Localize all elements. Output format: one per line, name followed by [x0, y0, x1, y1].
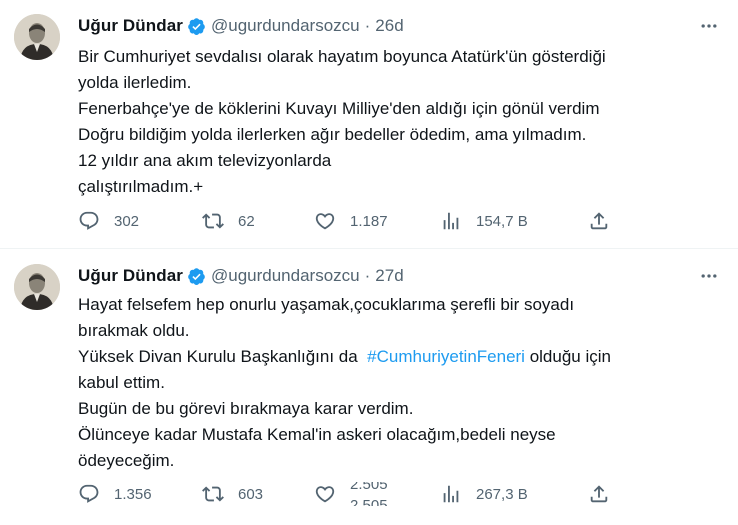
like-count: 2.505 [350, 497, 388, 506]
tweet[interactable]: Uğur Dündar @ugurdundarsozcu · 26d Bir C… [0, 0, 738, 249]
tweet-text-segment: Yüksek Divan Kurulu Başkanlığını da [78, 347, 358, 366]
author-handle[interactable]: @ugurdundarsozcu [211, 266, 360, 286]
tweet-time[interactable]: 26d [375, 16, 403, 36]
share-button[interactable] [588, 209, 610, 233]
more-options-button[interactable] [698, 15, 720, 37]
tweet-text-line: Fenerbahçe'ye de köklerini Kuvayı Milliy… [78, 99, 600, 118]
tweet-text-line: Ölünceye kadar Mustafa Kemal'in askeri o… [78, 425, 556, 444]
reply-button[interactable]: 302 [78, 209, 139, 233]
tweet-text: Hayat felsefem hep onurlu yaşamak,çocukl… [78, 292, 718, 474]
like-button[interactable]: 2.505 2.505 [314, 482, 400, 506]
retweet-button[interactable]: 603 [202, 482, 263, 506]
author-avatar[interactable] [14, 264, 60, 310]
retweet-icon [202, 213, 224, 229]
reply-icon [79, 484, 99, 503]
tweet-text-line: yolda ilerledim. [78, 73, 192, 92]
like-count-previous: 2.505 [350, 482, 388, 493]
author-handle[interactable]: @ugurdundarsozcu [211, 16, 360, 36]
separator-dot: · [364, 16, 371, 35]
author-avatar[interactable] [14, 14, 60, 60]
retweet-count: 603 [238, 485, 264, 503]
tweet-text: Bir Cumhuriyet sevdalısı olarak hayatım … [78, 44, 718, 200]
tweet-text-line: Yüksek Divan Kurulu Başkanlığını da #Cum… [78, 344, 718, 370]
retweet-icon [202, 486, 224, 502]
tweet-text-line: Hayat felsefem hep onurlu yaşamak,çocukl… [78, 295, 575, 314]
views-icon [443, 485, 459, 503]
like-icon [315, 486, 335, 503]
tweet-actions: 302 62 1.187 154,7 B [78, 209, 618, 233]
retweet-button[interactable]: 62 [202, 209, 255, 233]
verified-badge-icon[interactable] [187, 17, 206, 36]
verified-badge-icon[interactable] [187, 267, 206, 286]
like-button[interactable]: 1.187 [314, 209, 388, 233]
tweet-actions: 1.356 603 2.505 2.505 267,3 B [78, 482, 618, 506]
views-count: 154,7 B [476, 212, 528, 230]
hashtag-link[interactable]: #CumhuriyetinFeneri [367, 347, 525, 366]
like-icon [315, 213, 335, 230]
share-icon [590, 212, 608, 230]
tweet-text-line: Bugün de bu görevi bırakmaya karar verdi… [78, 399, 414, 418]
reply-count: 1.356 [114, 485, 152, 503]
tweet-text-line: 12 yıldır ana akım televizyonlarda [78, 151, 332, 170]
tweet-text-segment: olduğu için [529, 347, 611, 366]
avatar-portrait-icon [14, 264, 60, 310]
views-button[interactable]: 154,7 B [440, 209, 528, 233]
views-button[interactable]: 267,3 B [440, 482, 528, 506]
tweet-header: Uğur Dündar @ugurdundarsozcu · 27d [78, 265, 404, 287]
tweet-text-line: bırakmak oldu. [78, 321, 190, 340]
share-button[interactable] [588, 482, 610, 506]
reply-button[interactable]: 1.356 [78, 482, 152, 506]
author-name[interactable]: Uğur Dündar [78, 266, 183, 286]
separator-dot: · [364, 266, 371, 285]
tweet-text-line: Doğru bildiğim yolda ilerlerken ağır bed… [78, 125, 587, 144]
tweet-text-line: kabul ettim. [78, 373, 165, 392]
more-icon [701, 274, 717, 278]
retweet-count: 62 [238, 212, 255, 230]
author-name[interactable]: Uğur Dündar [78, 16, 183, 36]
like-count-rolling: 2.505 2.505 [350, 482, 400, 506]
more-icon [701, 24, 717, 28]
tweet-text-line: çalıştırılmadım.+ [78, 177, 204, 196]
views-count: 267,3 B [476, 485, 528, 503]
views-icon [443, 212, 459, 230]
share-icon [590, 485, 608, 503]
like-count: 1.187 [350, 212, 388, 230]
tweet-text-line: Bir Cumhuriyet sevdalısı olarak hayatım … [78, 47, 606, 66]
tweet-time[interactable]: 27d [375, 266, 403, 286]
reply-count: 302 [114, 212, 140, 230]
more-options-button[interactable] [698, 265, 720, 287]
reply-icon [79, 211, 99, 230]
tweet-header: Uğur Dündar @ugurdundarsozcu · 26d [78, 15, 404, 37]
tweet[interactable]: Uğur Dündar @ugurdundarsozcu · 27d Hayat… [0, 249, 738, 525]
avatar-portrait-icon [14, 14, 60, 60]
tweet-text-line: ödeyeceğim. [78, 451, 175, 470]
